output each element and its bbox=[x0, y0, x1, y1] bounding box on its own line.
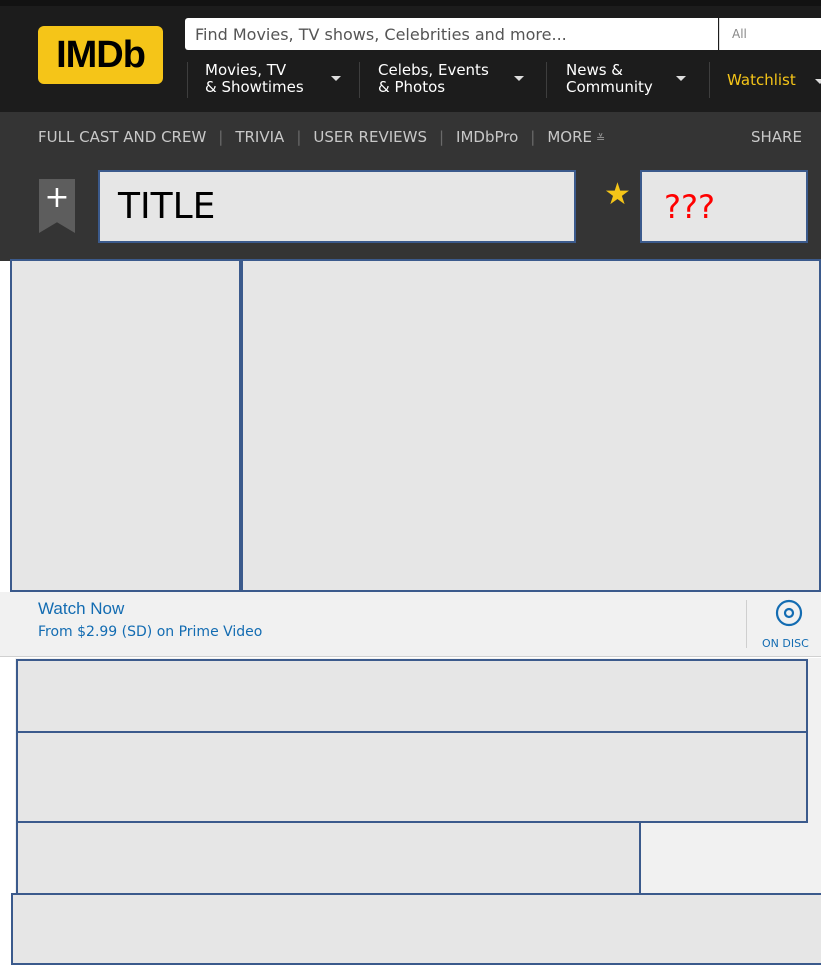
poster-placeholder[interactable] bbox=[10, 259, 241, 592]
chevron-down-icon bbox=[676, 76, 686, 81]
on-disc-label[interactable]: ON DISC bbox=[762, 637, 809, 650]
share-button[interactable]: SHARE bbox=[751, 128, 802, 146]
trivia-link[interactable]: TRIVIA bbox=[235, 128, 284, 146]
chevron-down-icon bbox=[514, 76, 524, 81]
divider: | bbox=[530, 128, 536, 146]
divider: | bbox=[218, 128, 224, 146]
divider: | bbox=[296, 128, 302, 146]
nav-movies-tv[interactable]: Movies, TV & Showtimes bbox=[205, 61, 341, 98]
placeholder-row-3 bbox=[16, 821, 641, 895]
chevron-down-icon bbox=[331, 76, 341, 81]
disc-icon[interactable] bbox=[774, 598, 804, 628]
watch-now-link[interactable]: Watch Now bbox=[38, 599, 124, 619]
search-input[interactable] bbox=[185, 18, 718, 50]
nav-divider bbox=[546, 62, 547, 98]
page-title: TITLE bbox=[98, 170, 576, 243]
subnav-links: FULL CAST AND CREW | TRIVIA | USER REVIEWS | I… bbox=[38, 128, 605, 148]
chevron-down-icon bbox=[815, 79, 821, 84]
top-strip bbox=[0, 0, 821, 6]
nav-divider bbox=[359, 62, 360, 98]
top-header: IMDb All Movies, TV & Showtimes Celebs, … bbox=[0, 0, 821, 112]
placeholder-row-4 bbox=[11, 893, 821, 965]
nav-news-community[interactable]: News & Community bbox=[566, 61, 686, 98]
nav-divider bbox=[709, 62, 710, 98]
watchlist-link[interactable]: Watchlist bbox=[727, 71, 796, 89]
user-reviews-link[interactable]: USER REVIEWS bbox=[313, 128, 427, 146]
nav-celebs-line2: & Photos bbox=[378, 78, 446, 96]
nav-divider bbox=[187, 62, 188, 98]
divider bbox=[746, 600, 747, 648]
imdbpro-link[interactable]: IMDbPro bbox=[456, 128, 518, 146]
more-link[interactable]: MORE bbox=[547, 128, 592, 146]
watch-now-bar: Watch Now From $2.99 (SD) on Prime Video… bbox=[0, 592, 821, 657]
search-box[interactable] bbox=[185, 18, 718, 50]
search-category-select[interactable]: All bbox=[719, 18, 821, 50]
rating-value: ??? bbox=[640, 170, 808, 243]
nav-movies-line1: Movies, TV bbox=[205, 61, 287, 79]
nav-news-line2: Community bbox=[566, 78, 653, 96]
nav-news-line1: News & bbox=[566, 61, 623, 79]
trailer-placeholder[interactable] bbox=[241, 259, 821, 592]
nav-celebs-line1: Celebs, Events bbox=[378, 61, 489, 79]
divider: | bbox=[438, 128, 445, 146]
nav-movies-line2: & Showtimes bbox=[205, 78, 304, 96]
nav-celebs[interactable]: Celebs, Events & Photos bbox=[378, 61, 524, 98]
full-cast-link[interactable]: FULL CAST AND CREW bbox=[38, 128, 206, 146]
placeholder-row-2 bbox=[16, 731, 808, 823]
star-icon: ★ bbox=[604, 177, 631, 212]
double-chevron-down-icon: ≚ bbox=[595, 132, 606, 145]
watch-price-link[interactable]: From $2.99 (SD) on Prime Video bbox=[38, 624, 262, 640]
placeholder-row-1 bbox=[16, 659, 808, 734]
imdb-logo[interactable]: IMDb bbox=[38, 26, 163, 84]
plus-icon: + bbox=[44, 180, 70, 215]
